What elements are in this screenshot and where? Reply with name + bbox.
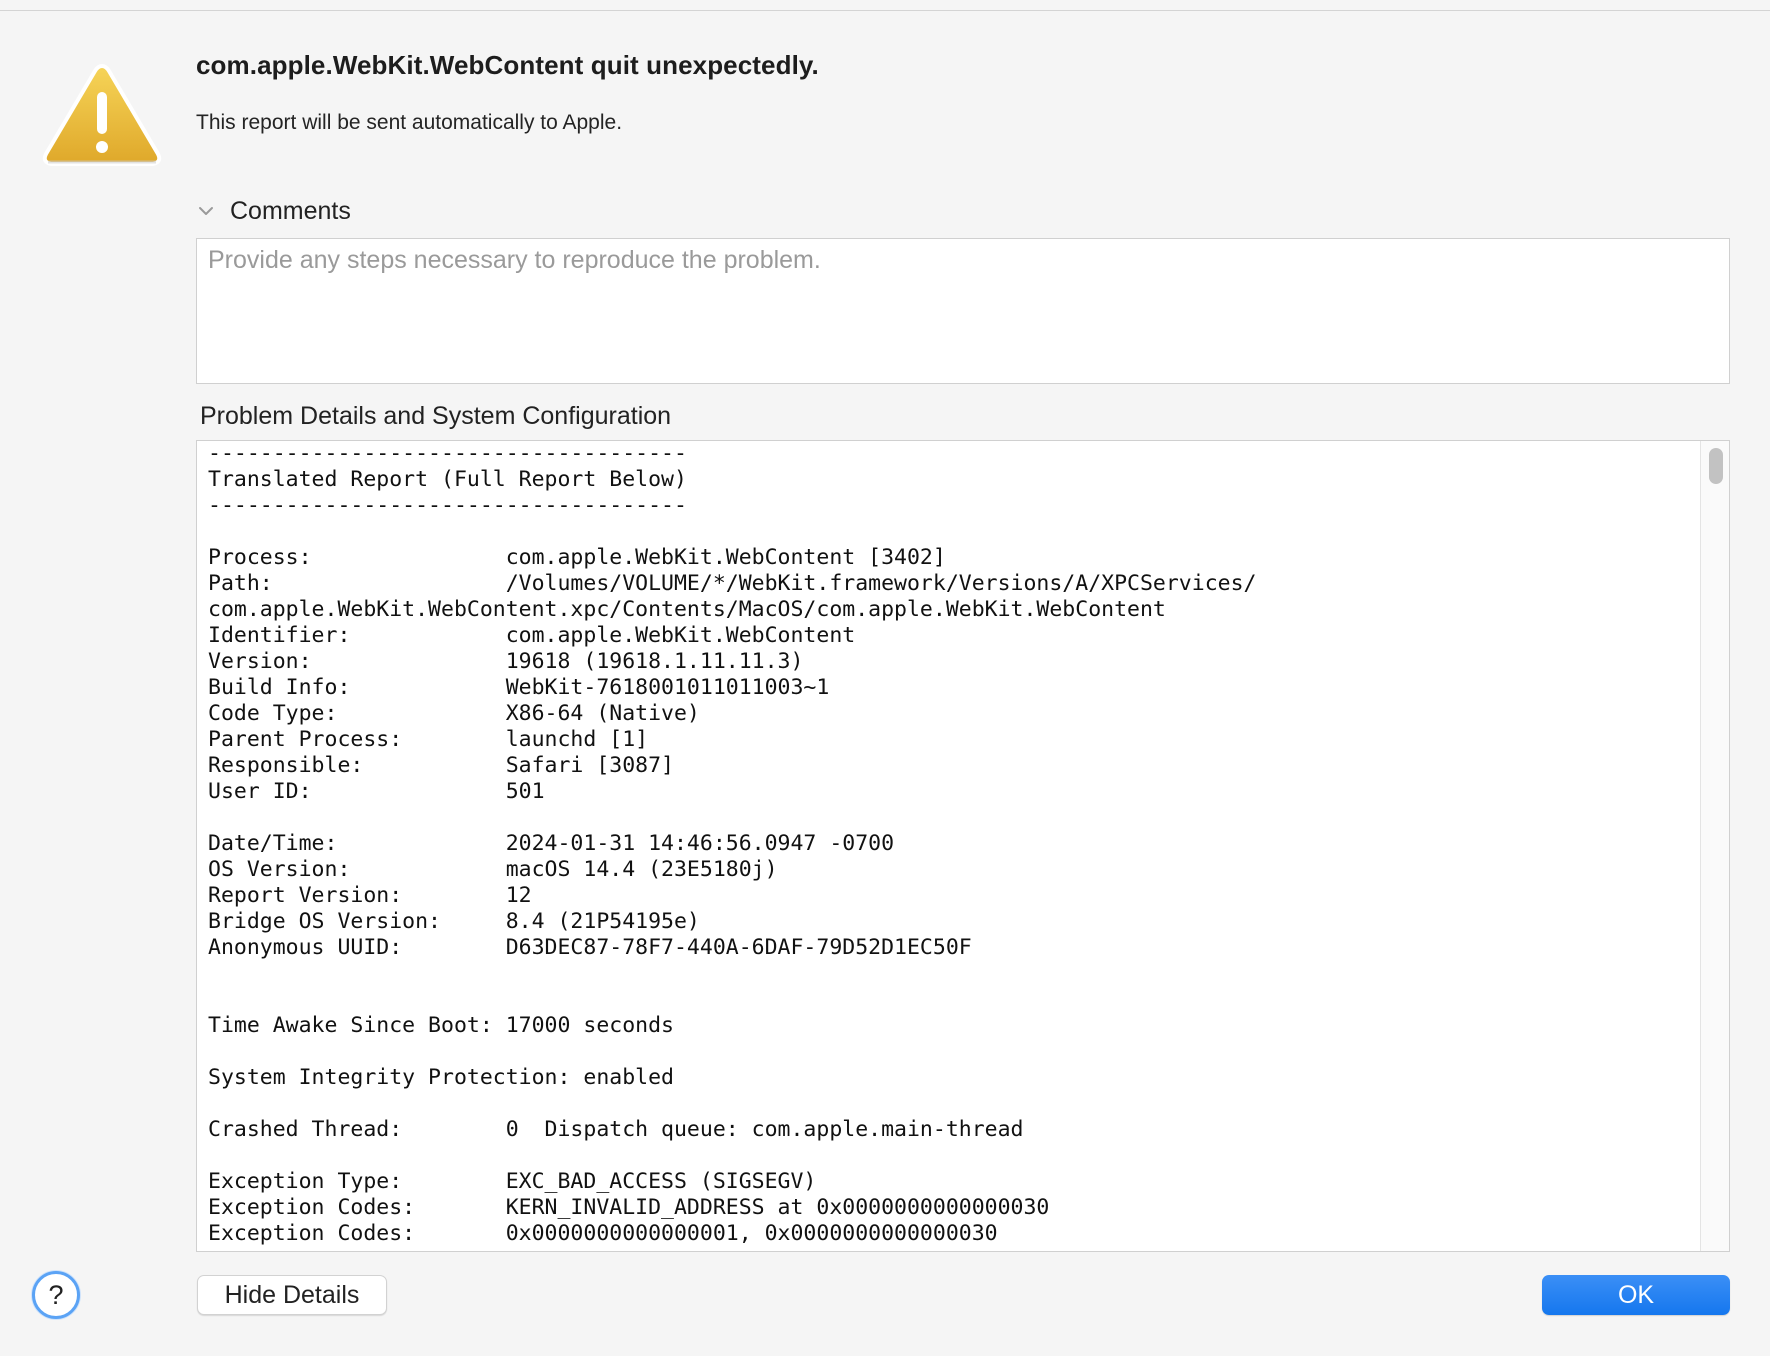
details-scrollbar[interactable] [1700,441,1729,1251]
chevron-down-icon [196,201,216,221]
ok-button[interactable]: OK [1542,1275,1730,1315]
comments-input[interactable] [196,238,1730,384]
problem-details-text: ------------------------------------- Tr… [208,441,1257,1246]
help-button[interactable]: ? [32,1271,80,1319]
dialog-title: com.apple.WebKit.WebContent quit unexpec… [196,50,819,80]
hide-details-button[interactable]: Hide Details [197,1275,387,1315]
dialog-subtitle: This report will be sent automatically t… [196,111,623,134]
details-scrollbar-thumb[interactable] [1709,448,1723,484]
details-label: Problem Details and System Configuration [200,402,672,430]
warning-triangle-icon [40,62,164,172]
comments-label: Comments [230,196,351,225]
problem-details-box[interactable]: ------------------------------------- Tr… [196,440,1730,1252]
window-top-edge [0,0,1770,11]
comments-disclosure[interactable]: Comments [196,193,351,229]
